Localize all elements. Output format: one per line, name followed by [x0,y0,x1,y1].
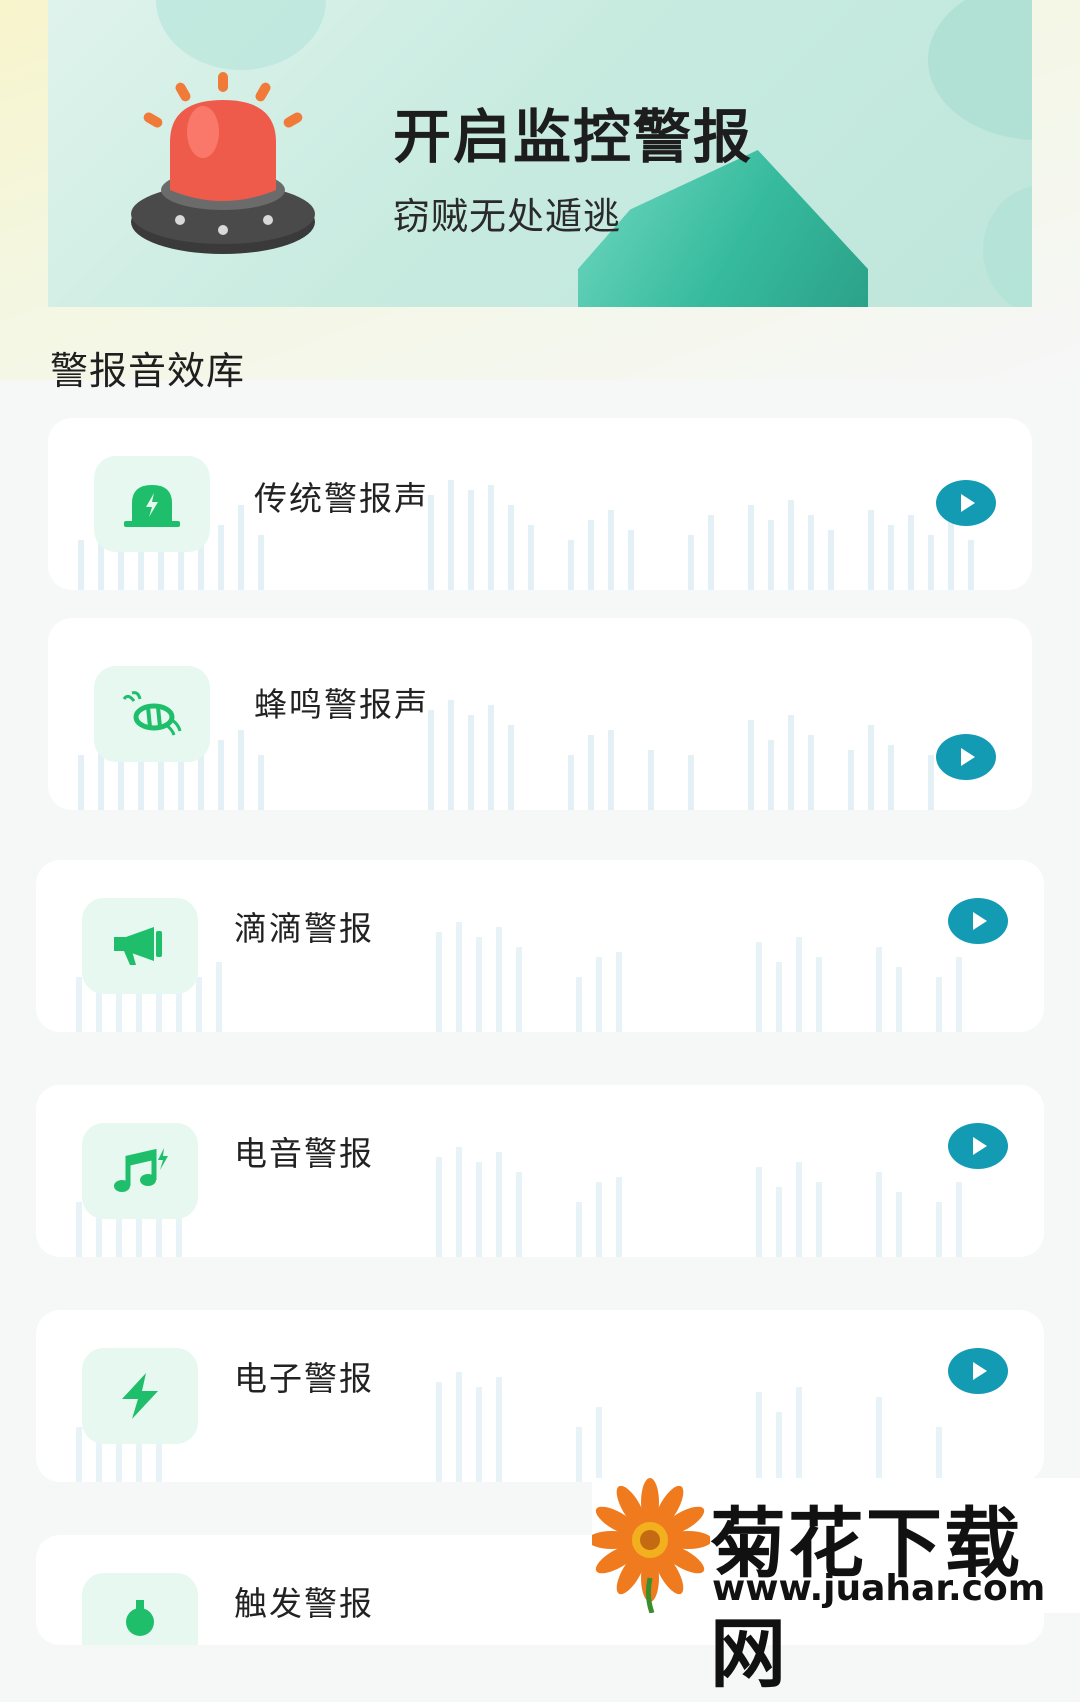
lightning-icon [82,1348,198,1444]
sound-card-traditional[interactable]: 传统警报声 [48,418,1032,590]
sound-card-electronic[interactable]: 电子警报 [36,1310,1044,1482]
bee-icon [94,666,210,762]
sound-card-didi[interactable]: 滴滴警报 [36,860,1044,1032]
alarm-light-icon [131,72,315,254]
music-note-icon [82,1123,198,1219]
play-button[interactable] [948,1123,1008,1169]
play-button[interactable] [936,734,996,780]
sound-label: 传统警报声 [254,479,429,518]
section-title: 警报音效库 [50,349,246,393]
banner-subtitle: 窃贼无处遁逃 [393,195,621,238]
sound-card-buzz[interactable]: 蜂鸣警报声 [48,618,1032,810]
sound-label: 触发警报 [234,1584,374,1623]
sound-label: 蜂鸣警报声 [254,685,429,724]
monitor-alarm-banner[interactable]: 开启监控警报 窃贼无处遁逃 [48,0,1032,307]
flower-logo-icon [592,1478,710,1613]
decor-bubble [928,0,1032,140]
play-button[interactable] [948,898,1008,944]
sound-label: 电音警报 [234,1134,374,1173]
sound-card-electro[interactable]: 电音警报 [36,1085,1044,1257]
decor-bubble [983,185,1032,307]
trigger-icon [82,1573,198,1645]
sound-label: 电子警报 [234,1359,374,1398]
decor-bubble [156,0,326,70]
siren-icon [94,456,210,552]
play-button[interactable] [948,1348,1008,1394]
megaphone-icon [82,898,198,994]
watermark-url: www.juahar.com [712,1568,1046,1609]
banner-title: 开启监控警报 [393,103,754,171]
watermark: 菊花下载网 www.juahar.com [592,1478,1080,1698]
play-button[interactable] [936,480,996,526]
sound-label: 滴滴警报 [234,909,374,948]
